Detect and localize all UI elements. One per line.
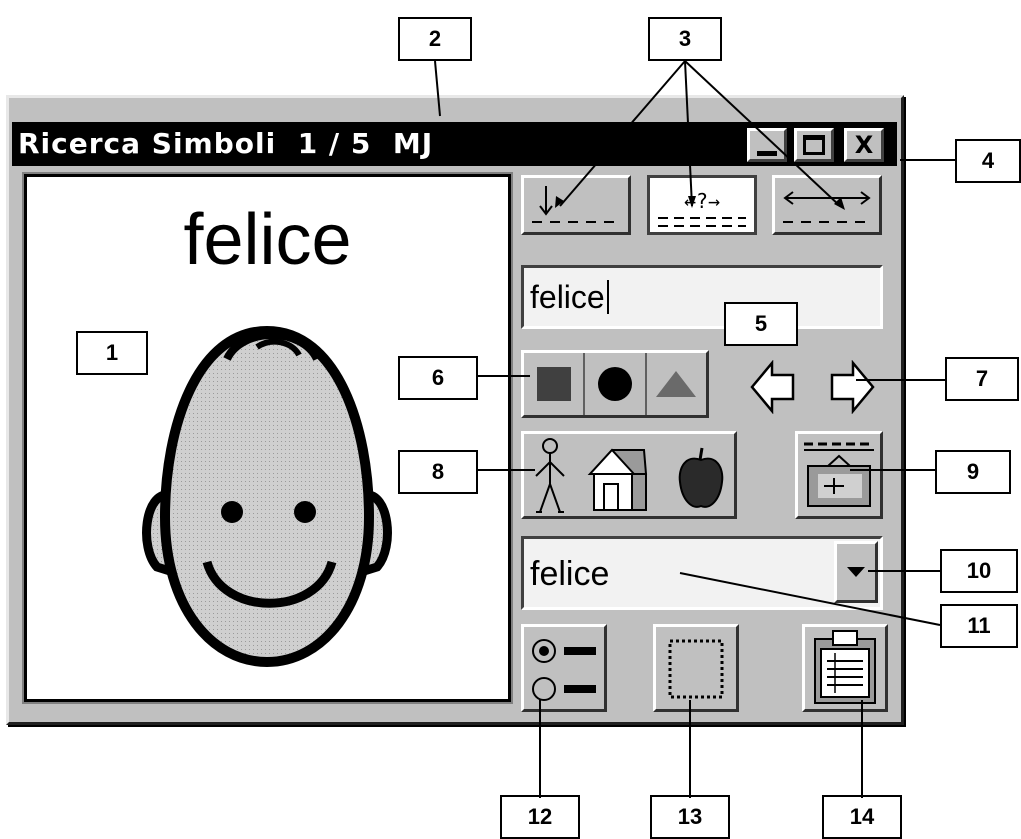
search-field-text: felice — [530, 280, 609, 314]
callout-4: 4 — [955, 139, 1021, 183]
maximize-icon — [803, 135, 825, 155]
house-icon — [587, 448, 648, 511]
symbol-search-window: Ricerca Simboli 1 / 5 MJ X felice ←?→ fe… — [6, 95, 904, 725]
callout-14: 14 — [822, 795, 902, 839]
starts-with-button[interactable] — [521, 175, 631, 235]
square-button[interactable] — [524, 353, 586, 415]
smiling-face-icon — [142, 325, 392, 668]
close-icon: X — [854, 131, 874, 159]
maximize-button[interactable] — [794, 128, 834, 162]
search-field[interactable]: felice — [521, 265, 883, 329]
square-icon — [536, 367, 571, 401]
minimize-icon — [757, 150, 777, 156]
circle-icon — [597, 367, 632, 401]
callout-10: 10 — [940, 549, 1018, 593]
clipboard-button[interactable] — [802, 624, 888, 712]
callout-1: 1 — [76, 331, 148, 375]
result-combo-value: felice — [530, 555, 610, 593]
frame-icon — [668, 639, 724, 699]
preview-word: felice — [183, 200, 352, 280]
triangle-icon — [656, 371, 697, 397]
chevron-down-icon — [847, 567, 865, 577]
callout-8: 8 — [398, 450, 478, 494]
whole-word-icon — [783, 191, 871, 223]
close-button[interactable]: X — [844, 128, 884, 162]
title-bar[interactable]: Ricerca Simboli 1 / 5 MJ X — [12, 122, 897, 166]
frame-button[interactable] — [653, 624, 739, 712]
symbol-preview: felice — [22, 172, 513, 704]
arrow-left-icon[interactable] — [750, 360, 796, 414]
minimize-button[interactable] — [747, 128, 787, 162]
callout-9: 9 — [935, 450, 1011, 494]
callout-2: 2 — [398, 17, 472, 61]
person-icon — [535, 438, 565, 513]
category-button[interactable] — [521, 431, 737, 519]
callout-11: 11 — [940, 604, 1018, 648]
callout-6: 6 — [398, 356, 478, 400]
callout-3: 3 — [648, 17, 722, 61]
callout-13: 13 — [650, 795, 730, 839]
callout-7: 7 — [945, 357, 1019, 401]
shape-filter-group — [521, 350, 709, 418]
whole-word-button[interactable] — [772, 175, 882, 235]
options-button[interactable] — [521, 624, 607, 712]
arrow-right-icon[interactable] — [829, 360, 875, 414]
starts-with-icon — [532, 186, 620, 223]
apple-icon — [678, 447, 724, 508]
import-symbol-button[interactable] — [795, 431, 883, 519]
radio-options-icon — [532, 639, 596, 701]
result-combo[interactable]: felice — [521, 536, 883, 610]
triangle-button[interactable] — [647, 353, 706, 415]
import-symbol-icon — [804, 442, 874, 507]
contains-icon: ←?→ — [658, 189, 746, 227]
svg-text:←?→: ←?→ — [684, 189, 720, 213]
clipboard-icon — [814, 630, 876, 704]
result-combo-dropdown-button[interactable] — [834, 541, 878, 603]
callout-12: 12 — [500, 795, 580, 839]
contains-button[interactable]: ←?→ — [647, 175, 757, 235]
callout-5: 5 — [724, 302, 798, 346]
window-title: Ricerca Simboli 1 / 5 MJ — [18, 127, 434, 160]
circle-button[interactable] — [585, 353, 647, 415]
